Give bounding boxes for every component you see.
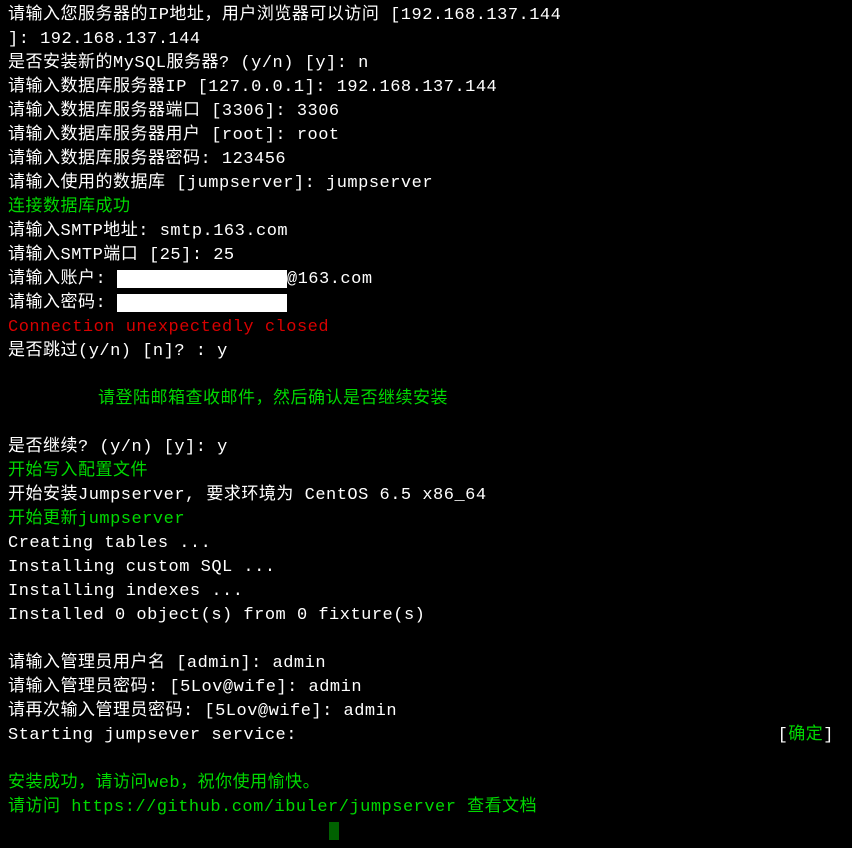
term-line-db-user: 请输入数据库服务器用户 [root]: root	[8, 124, 844, 148]
term-line-install-success: 安装成功，请访问web，祝你使用愉快。	[8, 772, 844, 796]
term-line-admin-pass: 请输入管理员密码: [5Lov@wife]: admin	[8, 676, 844, 700]
term-line-install-sql: Installing custom SQL ...	[8, 556, 844, 580]
term-line-install-jump: 开始安装Jumpserver, 要求环境为 CentOS 6.5 x86_64	[8, 484, 844, 508]
term-line-cursor[interactable]	[8, 820, 844, 844]
term-line-ip-prompt: 请输入您服务器的IP地址，用户浏览器可以访问 [192.168.137.144	[8, 4, 844, 28]
term-line-mysql-install: 是否安装新的MySQL服务器? (y/n) [y]: n	[8, 52, 844, 76]
redacted-account	[117, 270, 287, 288]
term-line-write-config: 开始写入配置文件	[8, 460, 844, 484]
term-line-db-name: 请输入使用的数据库 [jumpserver]: jumpserver	[8, 172, 844, 196]
term-line-starting-service: Starting jumpsever service: [确定]	[8, 724, 844, 748]
term-line-smtp-account: 请输入账户: @163.com	[8, 268, 844, 292]
term-blank-3	[8, 628, 844, 652]
term-line-skip: 是否跳过(y/n) [n]? : y	[8, 340, 844, 364]
status-ok: 确定	[788, 726, 823, 745]
term-blank-1	[8, 364, 844, 388]
term-text-account-domain: @163.com	[287, 270, 373, 289]
term-line-ip-value: ]: 192.168.137.144	[8, 28, 844, 52]
term-line-visit-docs: 请访问 https://github.com/ibuler/jumpserver…	[8, 796, 844, 820]
term-line-db-ip: 请输入数据库服务器IP [127.0.0.1]: 192.168.137.144	[8, 76, 844, 100]
term-line-continue: 是否继续? (y/n) [y]: y	[8, 436, 844, 460]
term-text-starting-left: Starting jumpsever service:	[8, 724, 297, 748]
term-text-starting-status: [确定]	[778, 724, 844, 748]
term-line-smtp-addr: 请输入SMTP地址: smtp.163.com	[8, 220, 844, 244]
term-line-connection-closed: Connection unexpectedly closed	[8, 316, 844, 340]
term-line-creating-tables: Creating tables ...	[8, 532, 844, 556]
term-line-check-email: 请登陆邮箱查收邮件，然后确认是否继续安装	[8, 388, 844, 412]
cursor-icon	[329, 822, 339, 840]
term-line-db-connect-success: 连接数据库成功	[8, 196, 844, 220]
term-line-admin-user: 请输入管理员用户名 [admin]: admin	[8, 652, 844, 676]
term-line-update-jump: 开始更新jumpserver	[8, 508, 844, 532]
redacted-password	[117, 294, 287, 312]
term-line-admin-pass-confirm: 请再次输入管理员密码: [5Lov@wife]: admin	[8, 700, 844, 724]
term-blank-2	[8, 412, 844, 436]
term-line-smtp-port: 请输入SMTP端口 [25]: 25	[8, 244, 844, 268]
term-line-installed-objects: Installed 0 object(s) from 0 fixture(s)	[8, 604, 844, 628]
bracket-open: [	[778, 726, 789, 745]
term-text-password-label: 请输入密码:	[8, 294, 117, 313]
term-line-install-indexes: Installing indexes ...	[8, 580, 844, 604]
bracket-close: ]	[823, 726, 834, 745]
term-line-db-port: 请输入数据库服务器端口 [3306]: 3306	[8, 100, 844, 124]
term-line-smtp-password: 请输入密码:	[8, 292, 844, 316]
term-blank-4	[8, 748, 844, 772]
term-line-db-pass: 请输入数据库服务器密码: 123456	[8, 148, 844, 172]
term-text-account-label: 请输入账户:	[8, 270, 117, 289]
